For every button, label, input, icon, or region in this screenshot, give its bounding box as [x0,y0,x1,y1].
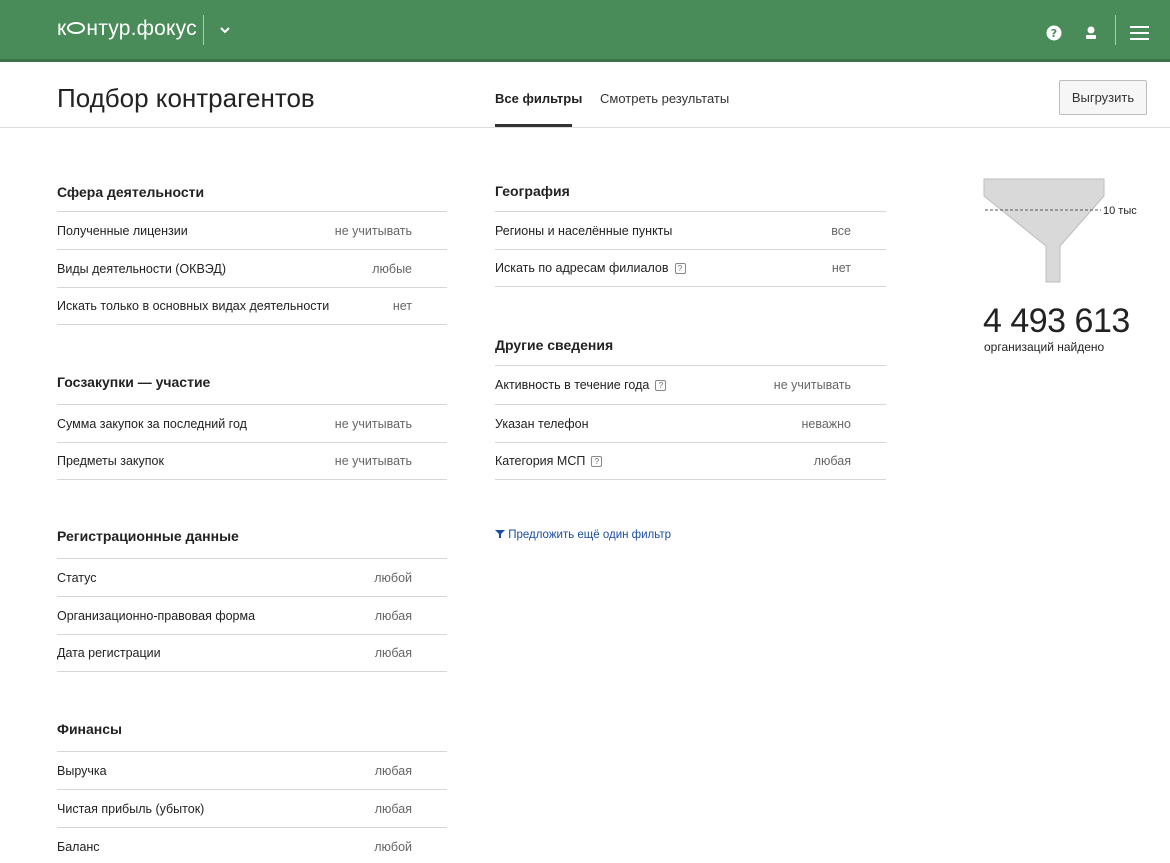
filter-row-licenses[interactable]: Полученные лицензии не учитывать [57,211,447,249]
filter-row-legal-form[interactable]: Организационно-правовая форма любая [57,596,447,634]
topbar-divider [203,15,204,45]
filter-value: любой [374,839,412,854]
filter-value: любая [374,801,412,816]
section-title-other: Другие сведения [495,337,614,353]
filter-row-sme-category[interactable]: Категория МСП? любая [495,442,886,480]
filter-value: все [831,223,851,238]
section-title-geography: География [495,183,570,199]
question-box-icon[interactable]: ? [655,379,667,391]
svg-text:?: ? [1051,27,1057,40]
chevron-down-icon[interactable] [218,23,232,37]
filter-value: любая [374,763,412,778]
logo[interactable]: к нтур.фокус [57,17,197,41]
filter-value: не учитывать [773,377,851,392]
logo-o-shape [67,22,86,34]
filter-row-branch-addresses[interactable]: Искать по адресам филиалов? нет [495,249,886,287]
filter-label-with-help: Категория МСП? [495,454,603,468]
filter-row-status[interactable]: Статус любой [57,558,447,596]
filter-value: любой [374,570,412,585]
filter-label: Дата регистрации [57,646,161,660]
filter-label: Выручка [57,763,107,778]
funnel-shape [983,178,1105,283]
results-count: 4 493 613 [983,302,1130,340]
top-bar: к нтур.фокус ? [0,0,1170,62]
filter-label: Чистая прибыль (убыток) [57,801,205,816]
question-box-icon[interactable]: ? [591,456,603,467]
menu-icon[interactable] [1130,26,1149,40]
filter-label: Указан телефон [495,416,589,431]
filter-label: Сумма закупок за последний год [57,416,247,431]
filter-row-revenue[interactable]: Выручка любая [57,751,447,789]
export-button[interactable]: Выгрузить [1059,80,1147,115]
filter-label: Искать по адресам филиалов [495,261,669,275]
filter-label: Полученные лицензии [57,223,188,238]
filter-icon [495,530,505,538]
filter-label: Предметы закупок [57,454,164,468]
filter-label: Категория МСП [495,454,586,468]
threshold-label: 10 тыс [1103,205,1137,217]
filter-value: нет [392,299,412,313]
filter-row-procurement-subjects[interactable]: Предметы закупок не учитывать [57,442,447,480]
topbar-divider-right [1115,15,1116,45]
filter-label: Регионы и населённые пункты [495,223,673,238]
section-title-activity: Сфера деятельности [57,184,205,200]
filter-label: Активность в течение года [495,377,650,392]
section-title-finance: Финансы [57,721,122,737]
filter-label: Баланс [57,839,100,854]
filter-row-registration-date[interactable]: Дата регистрации любая [57,634,447,672]
filter-value: любая [374,608,412,623]
filter-label-with-help: Искать по адресам филиалов? [495,261,686,275]
section-title-registration: Регистрационные данные [57,528,239,544]
filter-value: любые [372,261,412,276]
filter-row-balance[interactable]: Баланс любой [57,827,447,863]
filter-label: Виды деятельности (ОКВЭД) [57,261,227,276]
filter-row-procurement-sum[interactable]: Сумма закупок за последний год не учитыва… [57,404,447,442]
filter-label: Организационно-правовая форма [57,608,256,623]
filter-value: любая [374,646,412,660]
results-count-label: организаций найдено [984,340,1105,354]
user-icon[interactable] [1083,25,1099,41]
suggest-filter-label: Предложить ещё один фильтр [508,529,672,541]
section-title-procurement: Госзакупки — участие [57,374,211,390]
filter-row-net-profit[interactable]: Чистая прибыль (убыток) любая [57,789,447,827]
filter-row-phone[interactable]: Указан телефон неважно [495,404,886,442]
funnel-icon: 10 тыс [983,178,1137,283]
filter-row-okved[interactable]: Виды деятельности (ОКВЭД) любые [57,249,447,287]
page-title: Подбор контрагентов [57,83,315,113]
filter-value: не учитывать [334,416,412,431]
help-icon[interactable]: ? [1046,25,1062,41]
filter-value: любая [813,454,851,468]
filter-value: неважно [801,416,851,431]
filter-label: Статус [57,570,97,585]
filter-label: Искать только в основных видах деятельно… [57,299,330,313]
filter-row-regions[interactable]: Регионы и населённые пункты все [495,211,886,249]
question-box-icon[interactable]: ? [674,263,686,274]
filter-value: не учитывать [334,223,412,238]
logo-prefix: к [57,17,67,40]
filter-label-with-help: Активность в течение года? [495,377,667,392]
filter-row-main-activity[interactable]: Искать только в основных видах деятельно… [57,287,447,325]
filter-value: не учитывать [334,454,412,468]
filter-row-activity-year[interactable]: Активность в течение года? не учитывать [495,365,886,403]
tab-all-filters[interactable]: Все фильтры [495,91,582,106]
filter-value: нет [831,261,851,275]
tab-view-results[interactable]: Смотреть результаты [600,91,729,106]
suggest-filter-link[interactable]: Предложить ещё один фильтр [495,529,671,541]
header-divider [0,127,1170,128]
logo-suffix: нтур.фокус [86,17,197,40]
